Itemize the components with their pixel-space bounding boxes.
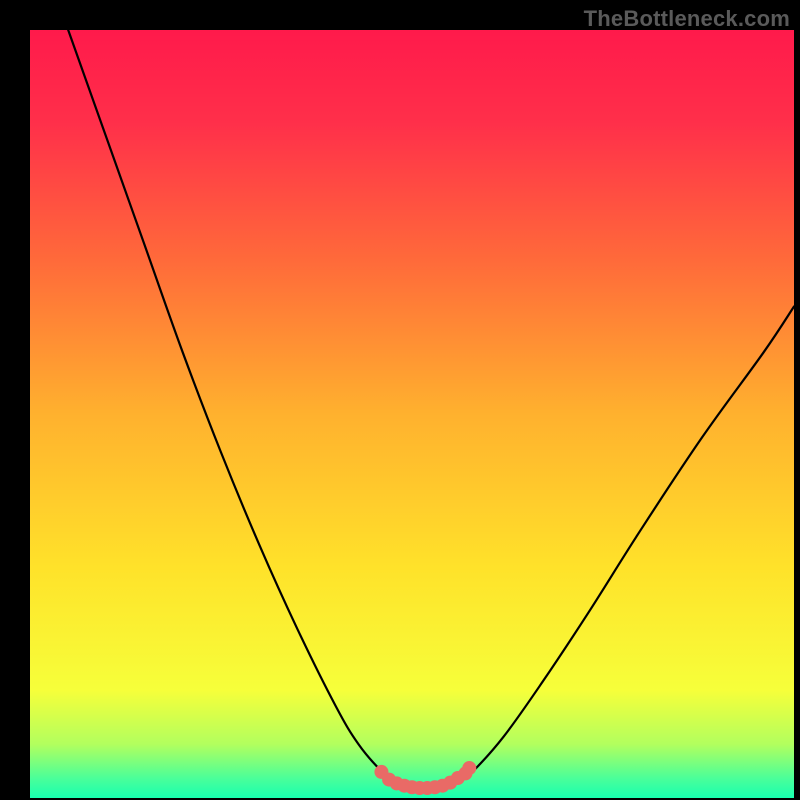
attribution-text: TheBottleneck.com [584,6,790,32]
marker-dot [462,761,476,775]
gradient-background [30,30,794,798]
chart-plot-area [0,0,800,800]
bottleneck-chart: TheBottleneck.com [0,0,800,800]
